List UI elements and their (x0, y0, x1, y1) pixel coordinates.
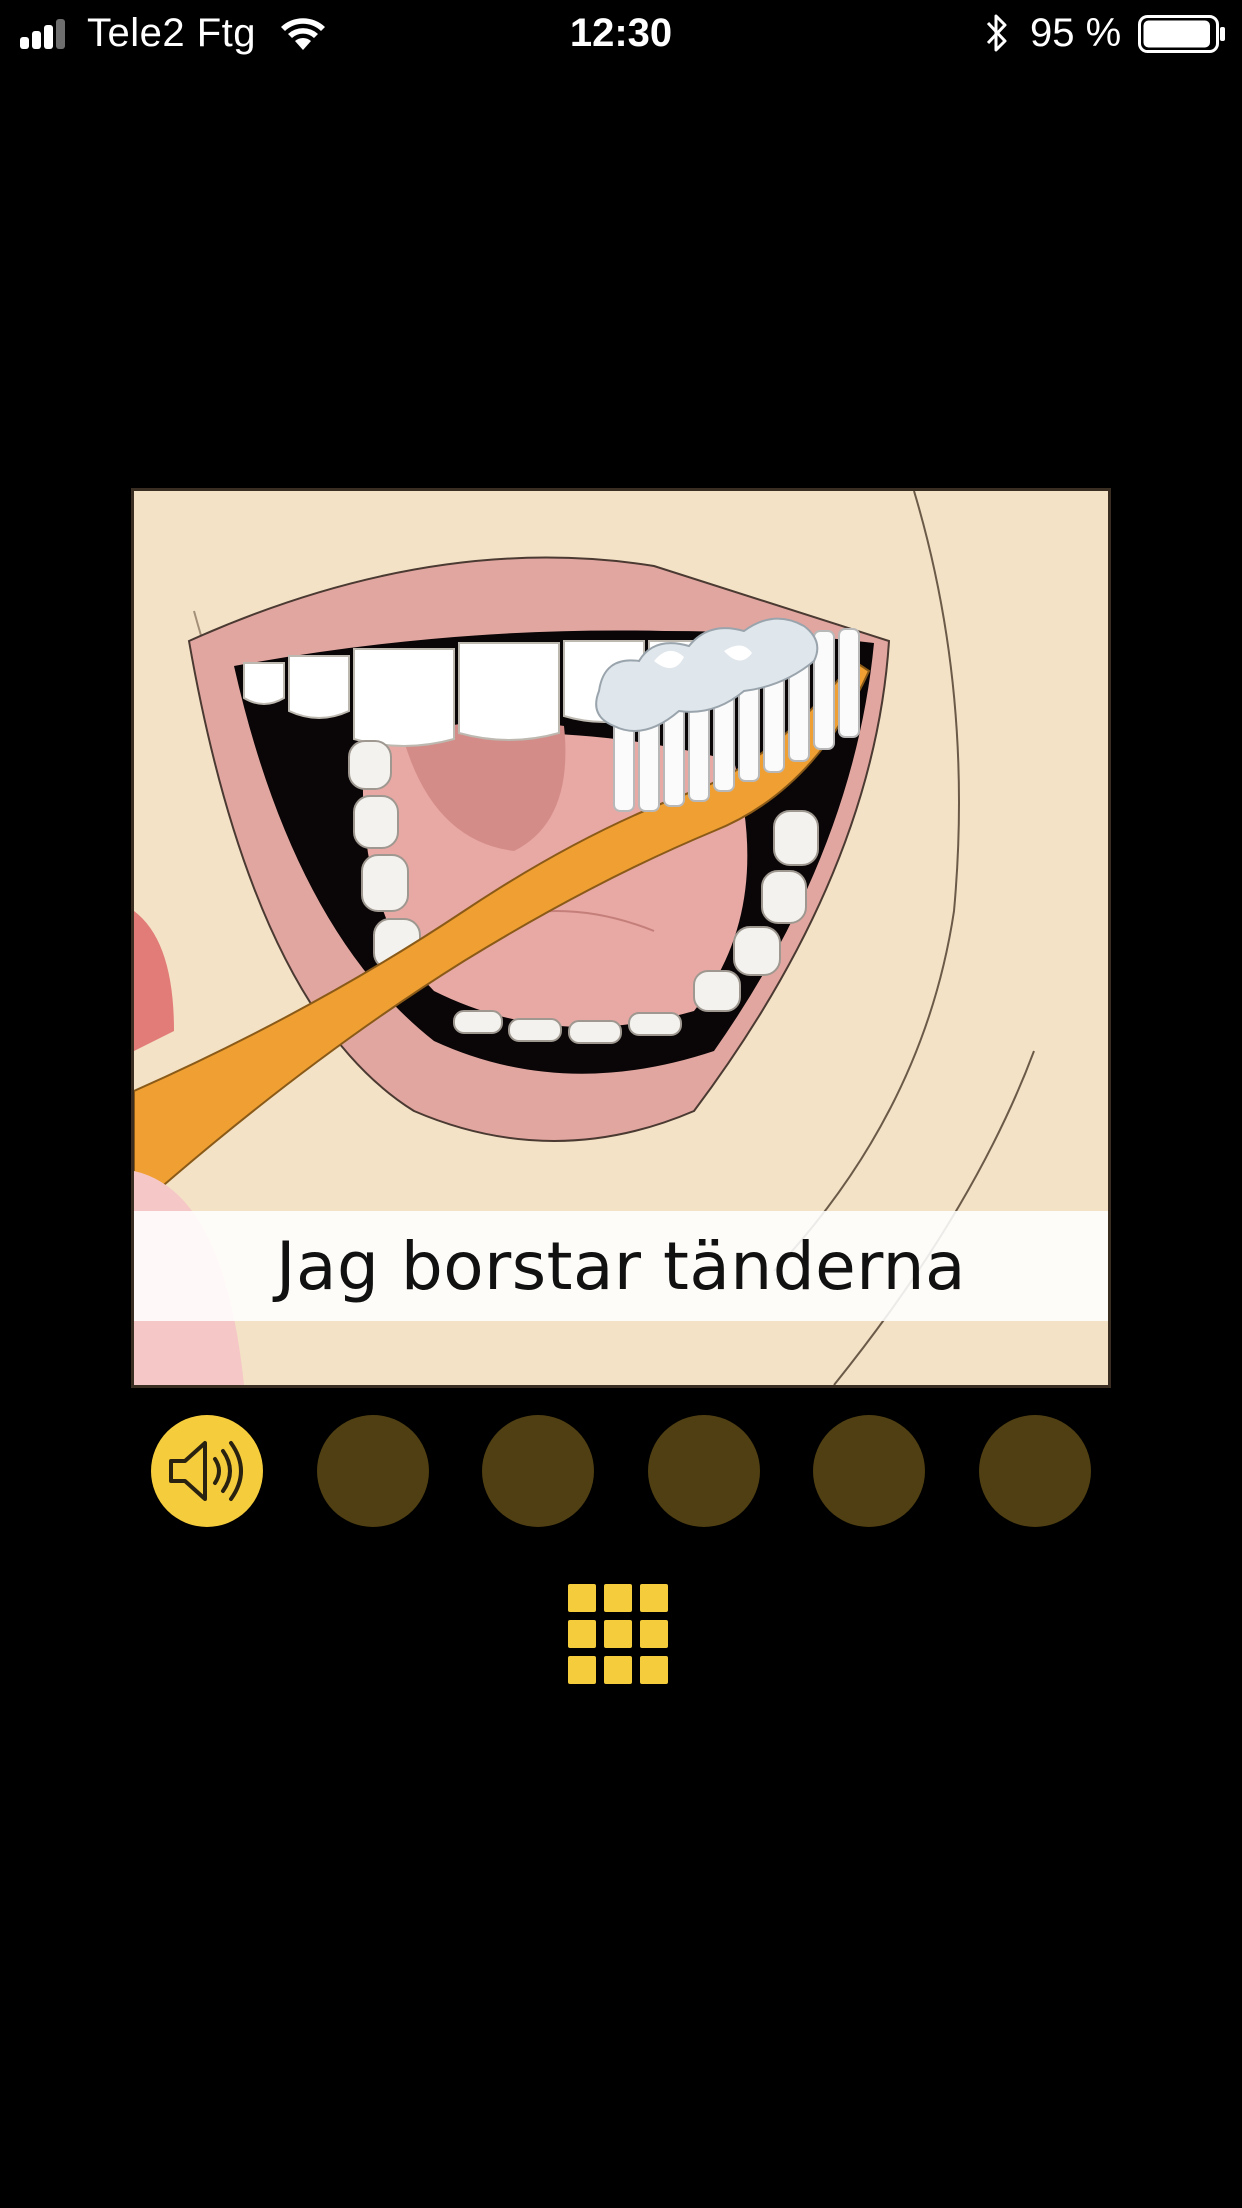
page-dot-6[interactable] (979, 1415, 1091, 1527)
illustration-card[interactable]: Jag borstar tänderna (131, 488, 1111, 1388)
page-dot-4[interactable] (648, 1415, 760, 1527)
battery-percentage: 95 % (1030, 11, 1122, 55)
status-bar: Tele2 Ftg 12:30 95 % (0, 0, 1242, 66)
page-dots (151, 1415, 1091, 1527)
sound-button[interactable] (151, 1415, 263, 1527)
grid-menu-button[interactable] (568, 1584, 674, 1690)
page-dot-2[interactable] (317, 1415, 429, 1527)
speaker-icon (169, 1441, 243, 1501)
bluetooth-icon (986, 14, 1007, 52)
page-dot-5[interactable] (813, 1415, 925, 1527)
page-dot-3[interactable] (482, 1415, 594, 1527)
caption-text: Jag borstar tänderna (276, 1227, 966, 1305)
battery-icon (1138, 15, 1225, 53)
